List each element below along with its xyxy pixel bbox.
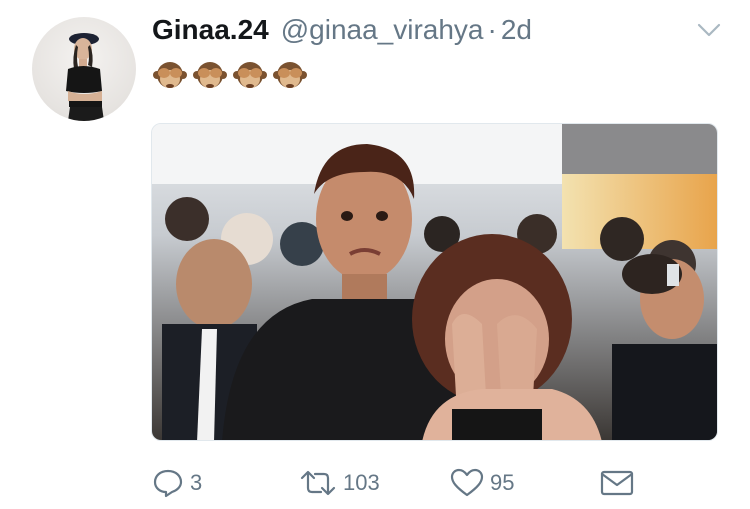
direct-message-button[interactable]	[600, 466, 634, 500]
chevron-down-icon[interactable]	[697, 20, 721, 40]
see-no-evil-monkey-icon	[153, 62, 187, 88]
heart-icon	[450, 468, 484, 497]
avatar[interactable]	[32, 17, 136, 121]
profile-photo-icon	[66, 33, 104, 121]
tweet-text	[152, 58, 308, 94]
reply-icon	[153, 469, 183, 498]
tweet-header: Ginaa.24 @ginaa_virahya · 2d	[152, 14, 532, 46]
retweet-icon	[300, 470, 336, 496]
display-name[interactable]: Ginaa.24	[152, 14, 269, 46]
separator-dot: ·	[487, 14, 497, 45]
see-no-evil-monkey-icon	[233, 62, 267, 88]
tweet-photo[interactable]	[151, 123, 718, 441]
user-handle[interactable]: @ginaa_virahya	[281, 14, 484, 46]
envelope-icon	[600, 470, 634, 496]
reply-button[interactable]: 3	[152, 466, 202, 500]
like-count: 95	[490, 470, 515, 495]
photo-icon	[152, 124, 717, 440]
reply-count: 3	[190, 470, 203, 495]
retweet-button[interactable]: 103	[299, 466, 380, 500]
retweet-count: 103	[343, 470, 380, 495]
like-button[interactable]: 95	[450, 466, 514, 500]
tweet-actions: 3 103 95	[152, 466, 642, 500]
see-no-evil-monkey-icon	[273, 62, 307, 88]
see-no-evil-monkey-icon	[193, 62, 227, 88]
timestamp[interactable]: 2d	[501, 14, 532, 46]
